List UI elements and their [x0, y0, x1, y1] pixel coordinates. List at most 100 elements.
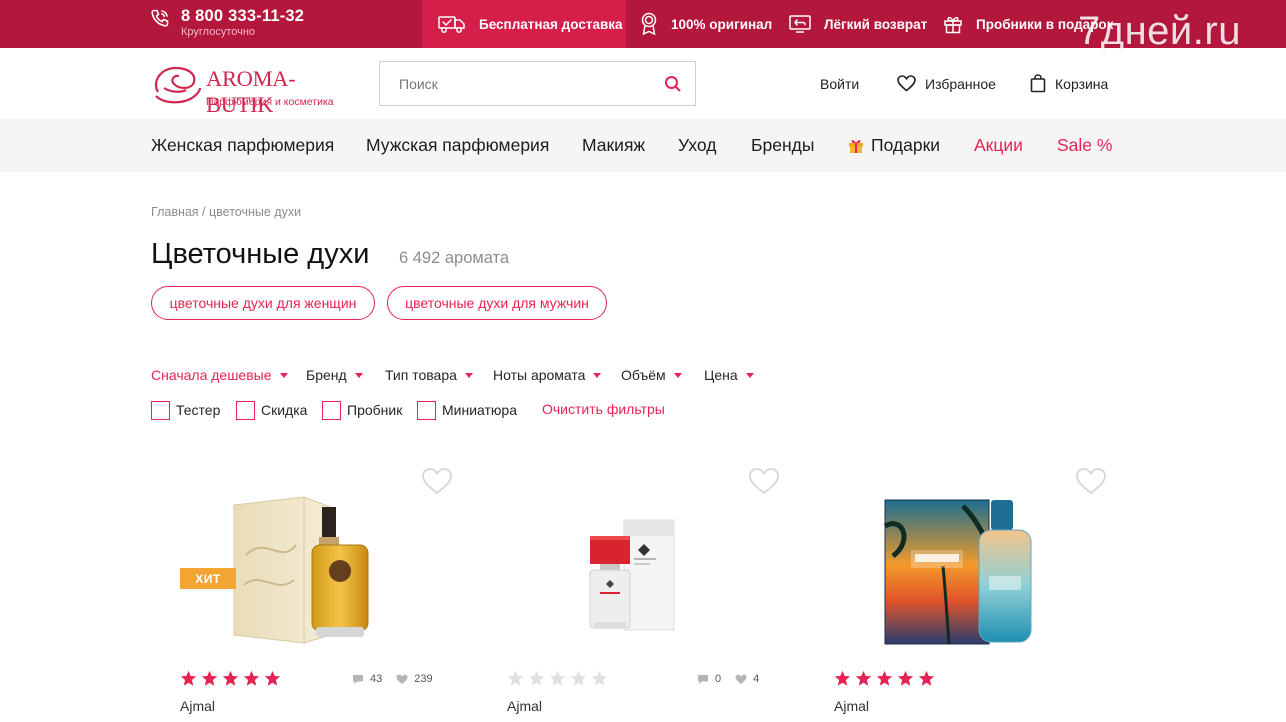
perk-free-delivery[interactable]: Бесплатная доставка — [438, 0, 623, 48]
checkbox-miniature[interactable]: Миниатюра — [417, 400, 517, 420]
chip-for-men[interactable]: цветочные духи для мужчин — [387, 286, 607, 320]
search-box — [379, 61, 696, 106]
star-icon — [222, 670, 239, 686]
like-count: 4 — [753, 673, 760, 685]
phone-icon — [151, 9, 169, 27]
star-icon — [507, 670, 524, 686]
cart-link[interactable]: Корзина — [1030, 48, 1108, 119]
clear-filters-link[interactable]: Очистить фильтры — [542, 401, 665, 417]
checkbox-box[interactable] — [151, 400, 170, 420]
checkbox-sample[interactable]: Пробник — [322, 400, 402, 420]
checkbox-label: Скидка — [261, 402, 308, 418]
heart-icon — [735, 674, 747, 684]
site-logo[interactable]: AROMA-BUTIK Парфюмерия и косметика — [150, 62, 350, 117]
product-image[interactable] — [586, 518, 676, 634]
product-image[interactable] — [883, 496, 1035, 648]
checkbox-discount[interactable]: Скидка — [236, 400, 307, 420]
checkbox-box[interactable] — [322, 400, 341, 420]
star-icon — [591, 670, 608, 686]
product-brand[interactable]: Ajmal — [834, 698, 869, 714]
nav-item-sale[interactable]: Sale % — [1057, 119, 1112, 172]
login-link[interactable]: Войти — [820, 48, 859, 119]
product-brand[interactable]: Ajmal — [507, 698, 542, 714]
checkbox-tester[interactable]: Тестер — [151, 400, 220, 420]
perk-label: Лёгкий возврат — [824, 16, 928, 32]
logo-tagline: Парфюмерия и косметика — [206, 96, 334, 108]
product-meta: 43 239 — [352, 673, 433, 685]
favorite-heart-icon[interactable] — [748, 466, 780, 496]
chevron-down-icon — [354, 372, 363, 378]
heart-icon — [897, 75, 916, 92]
star-icon — [855, 670, 872, 686]
shopping-bag-icon — [1030, 74, 1046, 93]
gift-icon — [849, 139, 863, 153]
checkbox-label: Миниатюра — [442, 402, 517, 418]
chevron-down-icon — [745, 372, 754, 378]
nav-item-womens-perfume[interactable]: Женская парфюмерия — [151, 119, 334, 172]
watermark: 7дней.ru — [1078, 9, 1241, 53]
nav-item-label: Подарки — [871, 135, 941, 155]
perk-label: Бесплатная доставка — [479, 16, 623, 32]
gift-icon — [944, 16, 962, 34]
delivery-truck-icon — [438, 16, 465, 33]
favorite-heart-icon[interactable] — [421, 466, 453, 496]
checkbox-label: Пробник — [347, 402, 403, 418]
favorite-heart-icon[interactable] — [1075, 466, 1107, 496]
product-image[interactable] — [226, 495, 386, 645]
filter-label: Цена — [704, 367, 738, 383]
star-icon — [549, 670, 566, 686]
like-count: 239 — [414, 673, 433, 685]
phone-hours-note: Круглосуточно — [181, 26, 256, 38]
page-title: Цветочные духи — [151, 238, 370, 270]
filter-product-type[interactable]: Тип товара — [385, 367, 473, 383]
filter-label: Ноты аромата — [493, 367, 586, 383]
checkbox-box[interactable] — [417, 400, 436, 420]
chevron-down-icon — [464, 372, 473, 378]
product-card[interactable]: Ajmal — [805, 462, 1107, 722]
star-icon — [243, 670, 260, 686]
perk-original[interactable]: 100% оригинал — [640, 0, 772, 48]
product-count: 6 492 аромата — [399, 249, 510, 267]
sort-dropdown[interactable]: Сначала дешевые — [151, 367, 288, 383]
chevron-down-icon — [279, 372, 288, 378]
comment-count: 43 — [370, 673, 383, 685]
favorites-link[interactable]: Избранное — [897, 48, 996, 119]
logo-name: AROMA-BUTIK — [206, 66, 296, 117]
sort-label: Сначала дешевые — [151, 367, 272, 383]
nav-item-care[interactable]: Уход — [678, 119, 716, 172]
nav-item-makeup[interactable]: Макияж — [582, 119, 645, 172]
breadcrumb[interactable]: Главная / цветочные духи — [151, 205, 301, 219]
star-icon — [897, 670, 914, 686]
filter-volume[interactable]: Объём — [621, 367, 682, 383]
filter-notes[interactable]: Ноты аромата — [493, 367, 602, 383]
phone-number[interactable]: 8 800 333-11-32 — [181, 6, 304, 26]
nav-item-promotions[interactable]: Акции — [974, 119, 1023, 172]
nav-item-brands[interactable]: Бренды — [751, 119, 814, 172]
filter-price[interactable]: Цена — [704, 367, 754, 383]
star-icon — [918, 670, 935, 686]
filter-brand[interactable]: Бренд — [306, 367, 363, 383]
rating-stars — [507, 670, 608, 687]
checkbox-box[interactable] — [236, 400, 255, 420]
perk-label: 100% оригинал — [671, 16, 773, 32]
rating-stars — [834, 670, 935, 687]
search-icon[interactable] — [663, 74, 683, 94]
product-brand[interactable]: Ajmal — [180, 698, 215, 714]
site-header: AROMA-BUTIK Парфюмерия и косметика Войти… — [0, 48, 1286, 119]
phone-block[interactable]: 8 800 333-11-32 Круглосуточно — [150, 6, 304, 42]
nav-item-mens-perfume[interactable]: Мужская парфюмерия — [366, 119, 549, 172]
filter-label: Бренд — [306, 367, 347, 383]
main-nav: Женская парфюмерия Мужская парфюмерия Ма… — [0, 119, 1286, 172]
nav-item-gifts[interactable]: Подарки — [848, 119, 940, 172]
perk-easy-return[interactable]: Лёгкий возврат — [789, 0, 927, 48]
product-card[interactable]: 0 4 Ajmal — [478, 462, 780, 722]
star-icon — [528, 670, 545, 686]
chevron-down-icon — [673, 372, 682, 378]
search-input[interactable] — [380, 62, 650, 105]
award-medal-icon — [641, 12, 657, 36]
product-card[interactable]: ХИТ 43 239 Ajmal — [151, 462, 453, 722]
cart-label: Корзина — [1055, 75, 1109, 92]
chip-for-women[interactable]: цветочные духи для женщин — [151, 286, 375, 320]
star-icon — [876, 670, 893, 686]
star-icon — [201, 670, 218, 686]
